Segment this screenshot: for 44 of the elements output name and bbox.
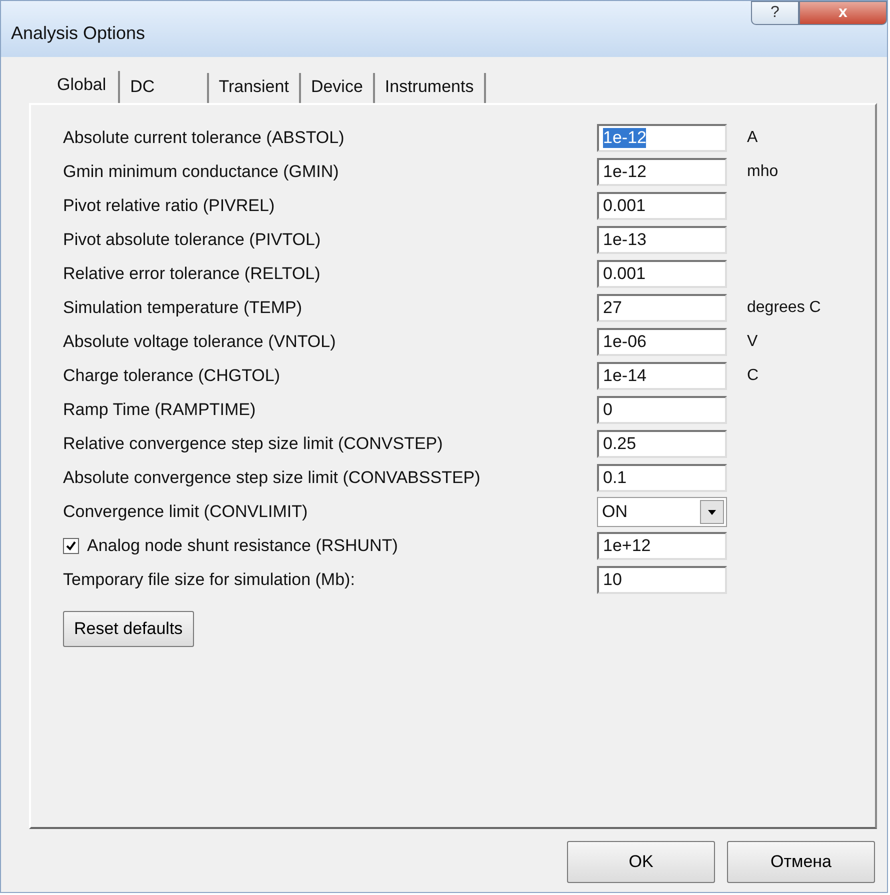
input-field[interactable]: 0.1 xyxy=(597,464,727,492)
option-label: Absolute convergence step size limit (CONVABSSTEP) xyxy=(63,468,480,488)
option-label: Pivot relative ratio (PIVREL) xyxy=(63,196,275,216)
input-field[interactable]: 0.001 xyxy=(597,192,727,220)
input-field[interactable]: 0.001 xyxy=(597,260,727,288)
checkbox[interactable] xyxy=(63,538,79,554)
option-label: Pivot absolute tolerance (PIVTOL) xyxy=(63,230,321,250)
input-field[interactable]: 10 xyxy=(597,566,727,594)
option-label: Absolute voltage tolerance (VNTOL) xyxy=(63,332,336,352)
tab[interactable]: Global xyxy=(45,71,120,105)
ok-button[interactable]: OK xyxy=(567,841,715,883)
input-field[interactable]: 0.25 xyxy=(597,430,727,458)
unit-label: mho xyxy=(747,163,778,180)
input-field[interactable]: 1e-06 xyxy=(597,328,727,356)
option-label: Simulation temperature (TEMP) xyxy=(63,298,302,318)
unit-label: V xyxy=(747,333,758,350)
unit-label: degrees C xyxy=(747,299,821,316)
option-label: Relative error tolerance (RELTOL) xyxy=(63,264,320,284)
window-title: Analysis Options xyxy=(11,23,146,44)
input-field[interactable]: 0 xyxy=(597,396,727,424)
option-label: Convergence limit (CONVLIMIT) xyxy=(63,502,308,522)
input-field[interactable]: 1e-12 xyxy=(597,158,727,186)
tab[interactable]: DC xyxy=(120,73,209,103)
tab[interactable]: Device xyxy=(300,73,375,103)
option-label: Ramp Time (RAMPTIME) xyxy=(63,400,256,420)
input-field[interactable]: 1e-14 xyxy=(597,362,727,390)
option-label: Charge tolerance (CHGTOL) xyxy=(63,366,280,386)
input-field[interactable]: 1e-13 xyxy=(597,226,727,254)
cancel-button[interactable]: Отмена xyxy=(727,841,875,883)
option-label: Absolute current tolerance (ABSTOL) xyxy=(63,128,344,148)
dropdown[interactable]: ON xyxy=(597,497,727,527)
input-field[interactable]: 1e+12 xyxy=(597,532,727,560)
option-label: Temporary file size for simulation (Mb): xyxy=(63,570,355,590)
reset-button[interactable]: Reset defaults xyxy=(63,611,194,647)
option-label: Relative convergence step size limit (CONVSTEP) xyxy=(63,434,443,454)
help-button[interactable]: ? xyxy=(751,1,799,25)
option-label: Gmin minimum conductance (GMIN) xyxy=(63,162,339,182)
unit-label: A xyxy=(747,129,758,146)
tab[interactable]: Instruments xyxy=(374,73,486,103)
tab[interactable]: Transient xyxy=(208,73,301,103)
input-field[interactable]: 1e-12 xyxy=(597,124,727,152)
unit-label: C xyxy=(747,367,759,384)
input-field[interactable]: 27 xyxy=(597,294,727,322)
option-label: Analog node shunt resistance (RSHUNT) xyxy=(87,536,398,556)
